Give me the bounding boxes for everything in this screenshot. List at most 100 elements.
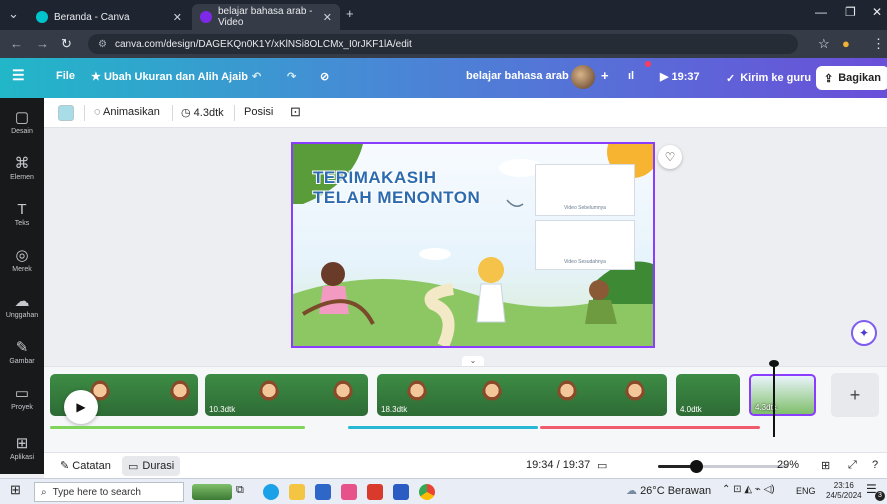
sidebar-item-unggahan[interactable]: ☁ Unggahan: [0, 294, 44, 320]
animate-icon: ◌: [94, 106, 101, 118]
animate-button[interactable]: ◌ Animasikan: [94, 106, 160, 118]
sidebar-item-teks[interactable]: T Teks: [0, 202, 44, 228]
duration-label: 4.3dtk: [193, 107, 224, 119]
resize-button[interactable]: ★ Ubah Ukuran dan Alih Ajaib: [91, 70, 248, 83]
present-button[interactable]: ▶ 19:37: [660, 70, 700, 83]
editor-bottom-bar: ✎ Catatan ▭ Durasi 19:34 / 19:37 ▭ 29% ⊞…: [44, 452, 887, 478]
taskbar-clock[interactable]: 23:16 24/5/2024: [826, 481, 862, 501]
pdf-icon[interactable]: [367, 484, 383, 500]
tab-video[interactable]: belajar bahasa arab - Video ✕: [192, 4, 340, 30]
share-button[interactable]: ⇪ Bagikan: [816, 66, 887, 90]
playhead[interactable]: [773, 363, 775, 437]
background-color-swatch[interactable]: [58, 105, 74, 121]
timeline-clip[interactable]: 10.3dtk: [205, 374, 368, 416]
design-name[interactable]: belajar bahasa arab: [466, 70, 569, 82]
character-thumb: [625, 380, 645, 410]
save-status-icon[interactable]: ⊘: [320, 70, 329, 83]
weather-widget-icon[interactable]: [192, 484, 232, 500]
draw-icon: ✎: [15, 339, 29, 356]
play-icon: ▶: [660, 71, 669, 83]
add-comment-button[interactable]: ♡: [658, 145, 682, 169]
insights-icon[interactable]: ıl: [628, 70, 634, 82]
sidebar-item-label: Aplikasi: [9, 454, 35, 461]
edge-icon[interactable]: [263, 484, 279, 500]
weather-status[interactable]: ☁ 26°C Berawan: [626, 484, 711, 497]
maximize-icon[interactable]: ❐: [845, 5, 856, 19]
undo-icon[interactable]: ↶: [252, 70, 261, 83]
fullscreen-icon[interactable]: ⤢: [848, 459, 857, 472]
new-tab-button[interactable]: +: [346, 6, 354, 21]
sidebar-item-elemen[interactable]: ⌘ Elemen: [0, 156, 44, 182]
audio-track[interactable]: [540, 426, 760, 429]
back-icon[interactable]: ←: [10, 36, 23, 51]
close-tab-icon[interactable]: ✕: [323, 11, 332, 24]
clip-duration: 10.3dtk: [209, 405, 236, 414]
magic-assistant-button[interactable]: ✦: [851, 320, 877, 346]
audio-track[interactable]: [348, 426, 538, 429]
reload-icon[interactable]: ↻: [61, 36, 72, 52]
slide-canvas[interactable]: TERIMAKASIH TELAH MENONTON Video Sebelum…: [291, 142, 655, 348]
position-button[interactable]: Posisi: [244, 106, 273, 118]
present-timer: 19:37: [671, 71, 700, 83]
slide-title-line1[interactable]: TERIMAKASIH: [313, 168, 437, 188]
task-view-icon[interactable]: ⧉: [236, 484, 244, 497]
word-icon[interactable]: [393, 484, 409, 500]
site-info-icon[interactable]: ⚙: [98, 39, 107, 50]
video-prev-box[interactable]: Video Sebelumnya: [535, 164, 635, 216]
timeline-clip-selected[interactable]: 4.3dtk: [749, 374, 816, 416]
timeline-clip[interactable]: 4.0dtk: [676, 374, 740, 416]
sidebar-item-proyek[interactable]: ▭ Proyek: [0, 386, 44, 412]
lock-icon[interactable]: ⊡: [290, 104, 301, 120]
add-page-button[interactable]: +: [831, 373, 879, 417]
chevron-down-icon: ⌄: [469, 356, 477, 365]
file-explorer-icon[interactable]: [289, 484, 305, 500]
tab-search-icon[interactable]: ⌄: [8, 6, 19, 22]
zoom-slider[interactable]: [658, 460, 788, 473]
help-icon[interactable]: ?: [872, 459, 878, 471]
check-circle-icon: ✓: [726, 72, 736, 85]
chrome-icon[interactable]: [419, 484, 435, 500]
timeline-clip[interactable]: 18.3dtk: [377, 374, 667, 416]
bookmark-star-icon[interactable]: ☆: [818, 36, 830, 52]
character-thumb: [259, 380, 279, 410]
taskbar-search[interactable]: ⌕ Type here to search: [34, 482, 184, 502]
windows-start-icon[interactable]: ⊞: [10, 482, 21, 498]
animate-label: Animasikan: [103, 106, 160, 118]
duration-toggle-button[interactable]: ▭ Durasi: [122, 456, 181, 476]
forward-icon[interactable]: →: [36, 36, 49, 51]
sidebar-item-desain[interactable]: ▢ Desain: [0, 110, 44, 136]
video-next-box[interactable]: Video Sesudahnya: [535, 220, 635, 270]
language-indicator[interactable]: ENG: [796, 486, 816, 496]
sidebar-item-gambar[interactable]: ✎ Gambar: [0, 339, 44, 366]
zoom-level[interactable]: 29%: [777, 459, 799, 471]
grid-view-icon[interactable]: ⊞: [821, 459, 830, 472]
audio-track[interactable]: [50, 426, 305, 429]
duration-button[interactable]: ◷ 4.3dtk: [181, 106, 224, 119]
store-icon[interactable]: [341, 484, 357, 500]
file-menu[interactable]: File: [56, 70, 75, 82]
sidebar-item-aplikasi[interactable]: ⊞ Aplikasi: [0, 436, 44, 462]
sidebar-item-merek[interactable]: ◎ Merek: [0, 248, 44, 274]
send-teacher-button[interactable]: ✓ Kirim ke guru: [718, 66, 819, 90]
tab-beranda[interactable]: Beranda - Canva ✕: [28, 4, 190, 30]
timeline-play-button[interactable]: ▶: [64, 390, 98, 424]
menu-icon[interactable]: ☰: [12, 67, 25, 84]
browser-menu-icon[interactable]: ⋮: [872, 36, 885, 52]
notes-button[interactable]: ✎ Catatan: [60, 459, 111, 472]
add-member-button[interactable]: +: [601, 68, 609, 83]
redo-icon[interactable]: ↷: [287, 70, 296, 83]
video-prev-label: Video Sebelumnya: [564, 205, 606, 211]
url-field[interactable]: ⚙ canva.com/design/DAGEKQn0K1Y/xKlNSi8OL…: [88, 34, 798, 54]
profile-icon[interactable]: ●: [842, 36, 850, 51]
slide-title-line2[interactable]: TELAH MENONTON: [313, 188, 480, 208]
minimize-icon[interactable]: —: [815, 5, 827, 19]
avatar[interactable]: [571, 65, 595, 89]
mail-icon[interactable]: [315, 484, 331, 500]
system-tray-icons[interactable]: ⌃ ⊡ ◭ ⌁ ◁): [722, 484, 775, 495]
close-window-icon[interactable]: ✕: [872, 5, 882, 19]
close-tab-icon[interactable]: ✕: [173, 11, 182, 24]
collapse-timeline-button[interactable]: ⌄: [462, 356, 484, 366]
share-label: Bagikan: [838, 72, 882, 84]
page-view-icon[interactable]: ▭: [597, 459, 607, 472]
zoom-slider-knob[interactable]: [690, 460, 703, 473]
